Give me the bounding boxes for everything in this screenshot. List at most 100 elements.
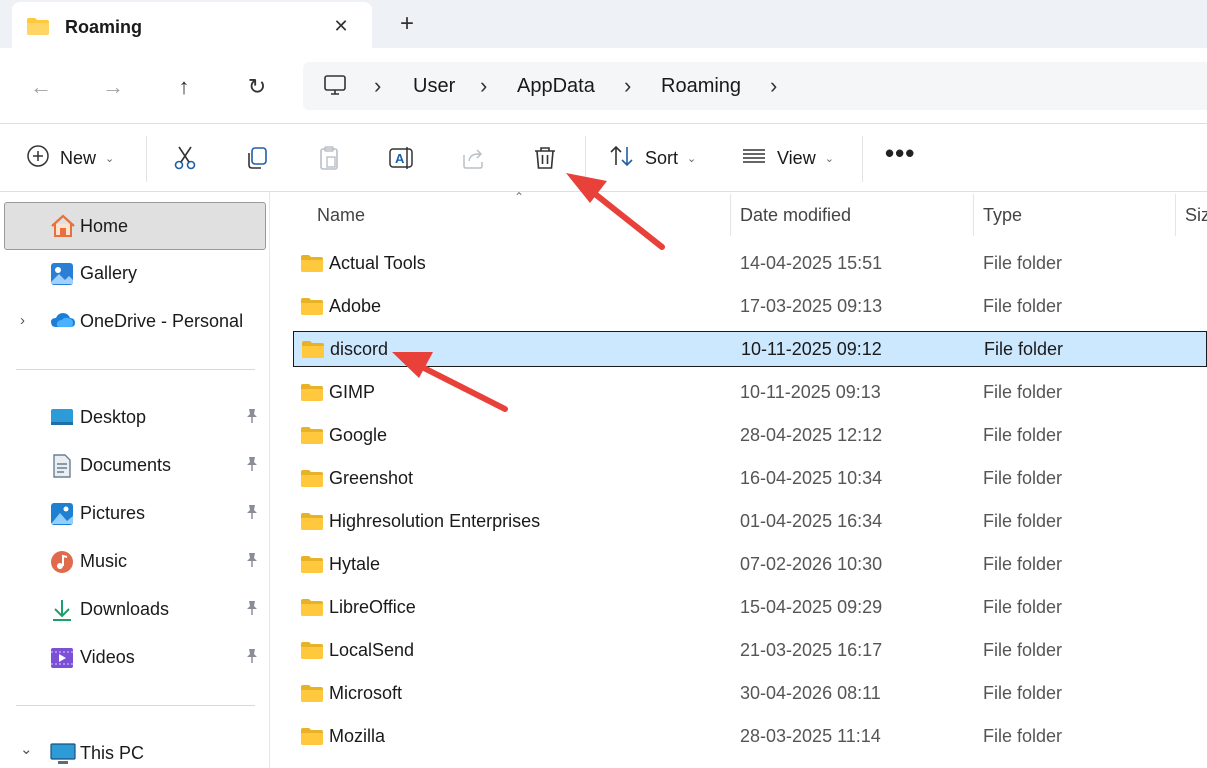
pin-icon[interactable] <box>245 456 259 475</box>
chevron-down-icon: ⌄ <box>105 152 115 165</box>
forward-button[interactable]: → <box>96 70 130 104</box>
file-row[interactable]: Adobe 17-03-2025 09:13 File folder <box>271 288 1207 324</box>
file-name: Greenshot <box>329 468 414 488</box>
file-row[interactable]: discord 10-11-2025 09:12 File folder <box>293 331 1207 367</box>
sidebar-item-gallery[interactable]: Gallery <box>0 252 270 296</box>
column-header-name[interactable]: Name <box>317 205 365 226</box>
file-date-modified: 15-04-2025 09:29 <box>740 597 883 617</box>
file-date-modified: 28-03-2025 11:14 <box>740 726 881 746</box>
pin-icon[interactable] <box>245 552 259 571</box>
documents-icon <box>50 454 74 478</box>
sidebar-item-pictures[interactable]: Pictures <box>0 492 270 536</box>
refresh-button[interactable]: ↻ <box>240 70 274 104</box>
delete-button[interactable] <box>532 144 558 172</box>
trash-icon <box>535 147 555 169</box>
divider <box>16 369 255 370</box>
breadcrumb-chevron[interactable]: › <box>770 73 777 99</box>
file-row[interactable]: Greenshot 16-04-2025 10:34 File folder <box>271 460 1207 496</box>
file-row[interactable]: LocalSend 21-03-2025 16:17 File folder <box>271 632 1207 668</box>
pictures-icon <box>50 502 74 526</box>
file-name: Adobe <box>329 296 382 316</box>
file-row[interactable]: Google 28-04-2025 12:12 File folder <box>271 417 1207 453</box>
breadcrumb-chevron[interactable]: › <box>624 73 631 99</box>
share-icon <box>463 149 483 169</box>
sidebar-item-documents[interactable]: Documents <box>0 444 270 488</box>
chevron-right-icon[interactable]: › <box>20 312 25 329</box>
breadcrumb-user[interactable]: User <box>413 75 455 98</box>
sidebar-item-onedrive[interactable]: › OneDrive - Personal <box>0 300 270 344</box>
paste-button[interactable] <box>316 144 342 172</box>
file-row[interactable]: GIMP 10-11-2025 09:13 File folder <box>271 374 1207 410</box>
file-row[interactable]: Highresolution Enterprises 01-04-2025 16:… <box>271 503 1207 539</box>
file-type: File folder <box>983 640 1063 660</box>
file-date-modified: 28-04-2025 12:12 <box>740 425 883 445</box>
back-button[interactable]: ← <box>24 70 58 104</box>
folder-icon <box>300 254 324 278</box>
close-icon[interactable]: ✕ <box>328 13 354 39</box>
file-date-modified: 30-04-2026 08:11 <box>740 683 881 703</box>
tab-title: Roaming <box>65 17 143 37</box>
sidebar-item-home[interactable]: Home <box>4 202 266 250</box>
new-tab-button[interactable]: + <box>393 10 421 38</box>
address-bar[interactable]: › User › AppData › Roaming › <box>303 62 1207 110</box>
column-header-size[interactable]: Siz <box>1185 205 1207 226</box>
file-name: LocalSend <box>329 640 415 660</box>
breadcrumb-appdata[interactable]: AppData <box>517 75 595 98</box>
up-button[interactable]: ↑ <box>167 70 201 104</box>
pin-icon[interactable] <box>245 648 259 667</box>
column-divider[interactable] <box>730 194 731 236</box>
file-row[interactable]: LibreOffice 15-04-2025 09:29 File folder <box>271 589 1207 625</box>
new-button[interactable]: New ⌄ <box>26 144 114 172</box>
file-type: File folder <box>983 511 1063 531</box>
file-type: File folder <box>983 425 1063 445</box>
file-type: File folder <box>983 554 1063 574</box>
file-row[interactable]: Microsoft 30-04-2026 08:11 File folder <box>271 675 1207 711</box>
breadcrumb-roaming[interactable]: Roaming <box>661 75 741 98</box>
more-options-button[interactable]: ••• <box>885 138 915 169</box>
monitor-icon[interactable] <box>323 74 347 101</box>
sidebar-item-downloads[interactable]: Downloads <box>0 588 270 632</box>
command-bar: New ⌄ A Sort ⌄ View ⌄ ••• <box>0 124 1207 191</box>
sort-label: Sort <box>645 147 679 168</box>
file-type: File folder <box>984 339 1064 359</box>
pin-icon[interactable] <box>245 600 259 619</box>
file-name: Hytale <box>329 554 381 574</box>
sidebar-item-music[interactable]: Music <box>0 540 270 584</box>
file-name: discord <box>330 339 389 359</box>
column-divider[interactable] <box>973 194 974 236</box>
tab-roaming[interactable]: Roaming ✕ <box>12 2 372 48</box>
sort-icon <box>609 144 635 173</box>
sort-button[interactable]: Sort ⌄ <box>609 144 696 172</box>
sidebar-item-desktop[interactable]: Desktop <box>0 396 270 440</box>
file-row[interactable]: Hytale 07-02-2026 10:30 File folder <box>271 546 1207 582</box>
cut-button[interactable] <box>172 144 198 172</box>
breadcrumb-chevron[interactable]: › <box>480 73 487 99</box>
folder-icon <box>301 340 325 364</box>
gallery-icon <box>50 262 74 286</box>
copy-button[interactable] <box>244 144 270 172</box>
column-header-date[interactable]: Date modified <box>740 205 851 226</box>
file-type: File folder <box>983 253 1063 273</box>
view-button[interactable]: View ⌄ <box>741 144 834 172</box>
file-row[interactable]: Actual Tools 14-04-2025 15:51 File folder <box>271 245 1207 281</box>
sidebar-item-label: Music <box>80 551 128 571</box>
sidebar-item-this-pc[interactable]: ⌄ This PC <box>0 732 270 768</box>
rename-button[interactable]: A <box>388 144 414 172</box>
file-date-modified: 17-03-2025 09:13 <box>740 296 883 316</box>
sidebar-item-label: Desktop <box>80 407 147 427</box>
breadcrumb-chevron[interactable]: › <box>374 73 381 99</box>
sidebar-item-label: Videos <box>80 647 135 667</box>
chevron-down-icon[interactable]: ⌄ <box>20 740 33 758</box>
file-date-modified: 21-03-2025 16:17 <box>740 640 883 660</box>
file-type: File folder <box>983 683 1063 703</box>
file-row[interactable]: Mozilla 28-03-2025 11:14 File folder <box>271 718 1207 754</box>
pin-icon[interactable] <box>245 408 259 427</box>
column-divider[interactable] <box>1175 194 1176 236</box>
this-pc-icon <box>50 742 76 766</box>
column-header-type[interactable]: Type <box>983 205 1022 226</box>
sidebar-item-label: Home <box>80 216 129 236</box>
pin-icon[interactable] <box>245 504 259 523</box>
folder-icon <box>300 383 324 407</box>
sidebar-item-videos[interactable]: Videos <box>0 636 270 680</box>
share-button[interactable] <box>460 144 486 172</box>
